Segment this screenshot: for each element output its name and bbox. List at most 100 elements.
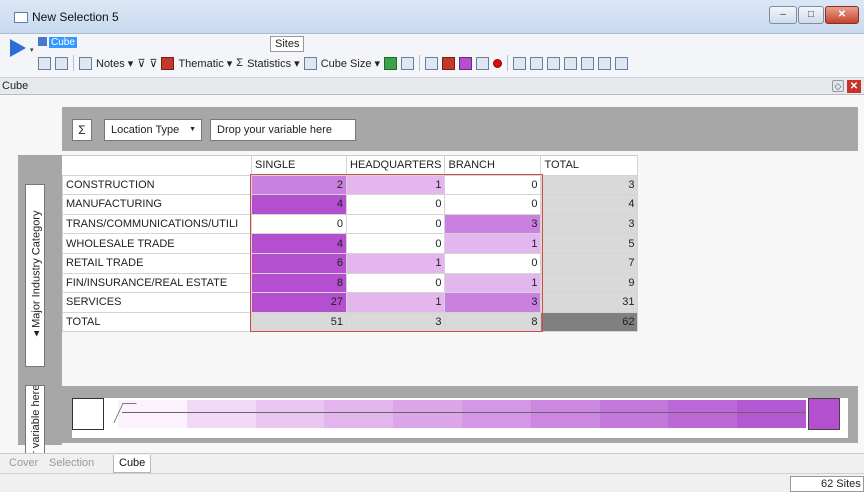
chevron-down-icon: ▼: [189, 126, 196, 133]
purple-theme-icon[interactable]: [459, 56, 473, 70]
thematic-menu[interactable]: Thematic ▾: [178, 57, 232, 70]
thematic-icon[interactable]: [161, 56, 175, 70]
window-titlebar: New Selection 5 – □ ✕: [0, 0, 864, 34]
legend-ramp-step: [668, 400, 738, 428]
row-label[interactable]: SERVICES: [62, 292, 252, 313]
table-cell[interactable]: 3: [444, 213, 542, 235]
row-label[interactable]: WHOLESALE TRADE: [62, 233, 252, 254]
total-cell[interactable]: 8: [444, 311, 542, 333]
row-label[interactable]: CONSTRUCTION: [62, 174, 252, 196]
excel-export-icon[interactable]: [581, 56, 595, 70]
column-header-total[interactable]: TOTAL: [540, 155, 639, 176]
area-chart-icon[interactable]: [547, 56, 561, 70]
table-cell[interactable]: 1: [444, 272, 542, 294]
table-cell[interactable]: 0: [345, 233, 446, 254]
cube-name-field[interactable]: Cube: [38, 37, 228, 50]
save-icon[interactable]: [55, 56, 68, 70]
maximize-button[interactable]: □: [798, 6, 824, 24]
cube-table: SINGLE HEADQUARTERS BRANCH TOTAL CONSTRU…: [62, 155, 639, 333]
table-cell[interactable]: 3: [444, 292, 542, 313]
legend-low-swatch[interactable]: [72, 398, 104, 430]
table-cell[interactable]: 1: [345, 174, 446, 196]
table-cell[interactable]: 1: [444, 233, 542, 254]
notes-icon[interactable]: [79, 56, 92, 70]
table-cell[interactable]: 6: [251, 252, 347, 274]
row-label[interactable]: TRANS/COMMUNICATIONS/UTILI: [62, 213, 252, 235]
table-cell[interactable]: 0: [444, 194, 542, 215]
table-cell[interactable]: 9: [540, 272, 639, 294]
table-cell[interactable]: 3: [540, 174, 639, 196]
table-cell[interactable]: 0: [345, 272, 446, 294]
excel-export3-icon[interactable]: [615, 56, 629, 70]
column-header-branch[interactable]: BRANCH: [444, 155, 542, 176]
total-cell[interactable]: 62: [540, 311, 639, 333]
total-cell[interactable]: 51: [251, 311, 347, 333]
table-cell[interactable]: 2: [251, 174, 347, 196]
copy-icon[interactable]: [530, 56, 544, 70]
table-cell[interactable]: 7: [540, 252, 639, 274]
close-button[interactable]: ✕: [825, 6, 859, 24]
chart-icon[interactable]: [476, 56, 490, 70]
table-cell[interactable]: 4: [540, 194, 639, 215]
color-icon[interactable]: [442, 56, 456, 70]
filter-icon[interactable]: ⊽: [137, 57, 145, 70]
table-cell[interactable]: 0: [444, 252, 542, 274]
legend-high-swatch[interactable]: [808, 398, 840, 430]
table-cell[interactable]: 8: [251, 272, 347, 294]
add-sum-icon[interactable]: [384, 56, 398, 70]
table-cell[interactable]: 1: [345, 292, 446, 313]
table-cell[interactable]: 0: [444, 174, 542, 196]
cube-size-icon[interactable]: [303, 56, 317, 70]
total-cell[interactable]: 3: [345, 311, 446, 333]
table-cell[interactable]: 0: [345, 213, 446, 235]
row-label[interactable]: FIN/INSURANCE/REAL ESTATE: [62, 272, 252, 294]
toolbar-separator: [73, 55, 74, 71]
row-label[interactable]: MANUFACTURING: [62, 194, 252, 215]
minimize-button[interactable]: –: [769, 6, 797, 24]
excel-export2-icon[interactable]: [598, 56, 612, 70]
clear-filter-icon[interactable]: ⊽: [149, 57, 157, 70]
record-icon[interactable]: [493, 58, 503, 68]
cube-size-menu[interactable]: Cube Size ▾: [321, 57, 380, 70]
table-cell[interactable]: 0: [251, 213, 347, 235]
column-header-headquarters[interactable]: HEADQUARTERS: [345, 155, 446, 176]
table-cell[interactable]: 31: [540, 292, 639, 313]
pin-icon[interactable]: ◇: [832, 80, 844, 92]
app-icon: [14, 12, 28, 23]
table-cell[interactable]: 4: [251, 194, 347, 215]
cube-name-text: Cube: [49, 37, 77, 48]
remove-sum-icon[interactable]: [401, 56, 415, 70]
row-label[interactable]: TOTAL: [62, 311, 252, 333]
row-label[interactable]: RETAIL TRADE: [62, 252, 252, 274]
column-drop-target[interactable]: Drop your variable here: [210, 119, 356, 141]
layout-icon[interactable]: [425, 56, 439, 70]
table-row: SERVICES 27 1 3 31: [62, 292, 639, 313]
export-icon[interactable]: [513, 56, 527, 70]
location-type-button[interactable]: Location Type ▼: [104, 119, 202, 141]
tab-cube[interactable]: Cube: [113, 455, 152, 473]
table-cell[interactable]: 27: [251, 292, 347, 313]
industry-tab-label: ◂ Major Industry Category: [30, 210, 43, 337]
tab-selection[interactable]: Selection: [44, 455, 99, 473]
run-dropdown-caret-icon[interactable]: ▾: [30, 46, 34, 54]
major-industry-category-tab[interactable]: ◂ Major Industry Category: [25, 184, 45, 367]
table-cell[interactable]: 5: [540, 233, 639, 254]
statistics-menu[interactable]: Statistics ▾: [247, 57, 300, 70]
table-cell[interactable]: 3: [540, 213, 639, 235]
sheet-tabs: Cover Selection Cube: [0, 453, 864, 473]
table-cell[interactable]: 0: [345, 194, 446, 215]
table-cell[interactable]: 4: [251, 233, 347, 254]
sigma-button[interactable]: Σ: [72, 119, 92, 141]
legend-ramp-step: [186, 400, 256, 428]
column-header-single[interactable]: SINGLE: [251, 155, 347, 176]
run-play-icon[interactable]: [10, 39, 26, 57]
panel-close-icon[interactable]: ✕: [847, 80, 861, 93]
sigma-icon[interactable]: Σ: [236, 57, 243, 69]
tab-cover[interactable]: Cover: [4, 455, 43, 473]
table-cell[interactable]: 1: [345, 252, 446, 274]
bar-chart-icon[interactable]: [564, 56, 578, 70]
legend-slider-track: [122, 412, 806, 413]
notes-menu[interactable]: Notes ▾: [96, 57, 133, 70]
cube-workspace: Σ Location Type ▼ Drop your variable her…: [0, 95, 864, 492]
cube-view-icon[interactable]: [38, 56, 51, 70]
